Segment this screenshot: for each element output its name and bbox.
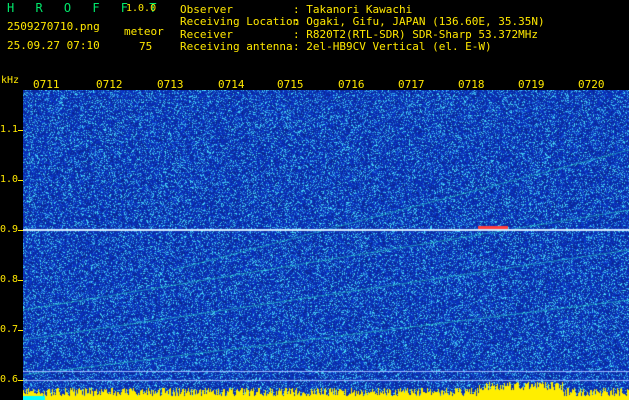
meteor-label: meteor bbox=[124, 25, 164, 38]
app-version: 1.0.0 bbox=[126, 3, 157, 14]
date-time: 25.09.27 07:10 bbox=[7, 39, 100, 52]
freq-tick-0_7: 0.7 bbox=[0, 324, 19, 335]
file-name: 2509270710.png bbox=[7, 20, 100, 33]
freq-tick-mark bbox=[18, 380, 23, 381]
freq-tick-0_9: 0.9 bbox=[0, 224, 19, 235]
freq-tick-mark bbox=[18, 230, 23, 231]
freq-tick-1_0: 1.0 bbox=[0, 174, 19, 185]
freq-tick-mark bbox=[18, 330, 23, 331]
freq-tick-mark bbox=[18, 280, 23, 281]
freq-tick-0_8: 0.8 bbox=[0, 274, 19, 285]
meteor-count: 75 bbox=[139, 40, 153, 53]
freq-tick-mark bbox=[18, 180, 23, 181]
station-info: Observer: Takanori Kawachi Receiving Loc… bbox=[180, 3, 545, 54]
freq-tick-0_6: 0.6 bbox=[0, 374, 19, 385]
freq-tick-mark bbox=[18, 130, 23, 131]
info-row-antenna: Receiving antenna: 2el-HB9CV Vertical (e… bbox=[180, 40, 492, 54]
freq-tick-1_1: 1.1 bbox=[0, 124, 19, 135]
spectrogram bbox=[23, 90, 629, 400]
header-panel: H R O F F T 1.0.0 2509270710.png 25.09.2… bbox=[0, 0, 629, 73]
